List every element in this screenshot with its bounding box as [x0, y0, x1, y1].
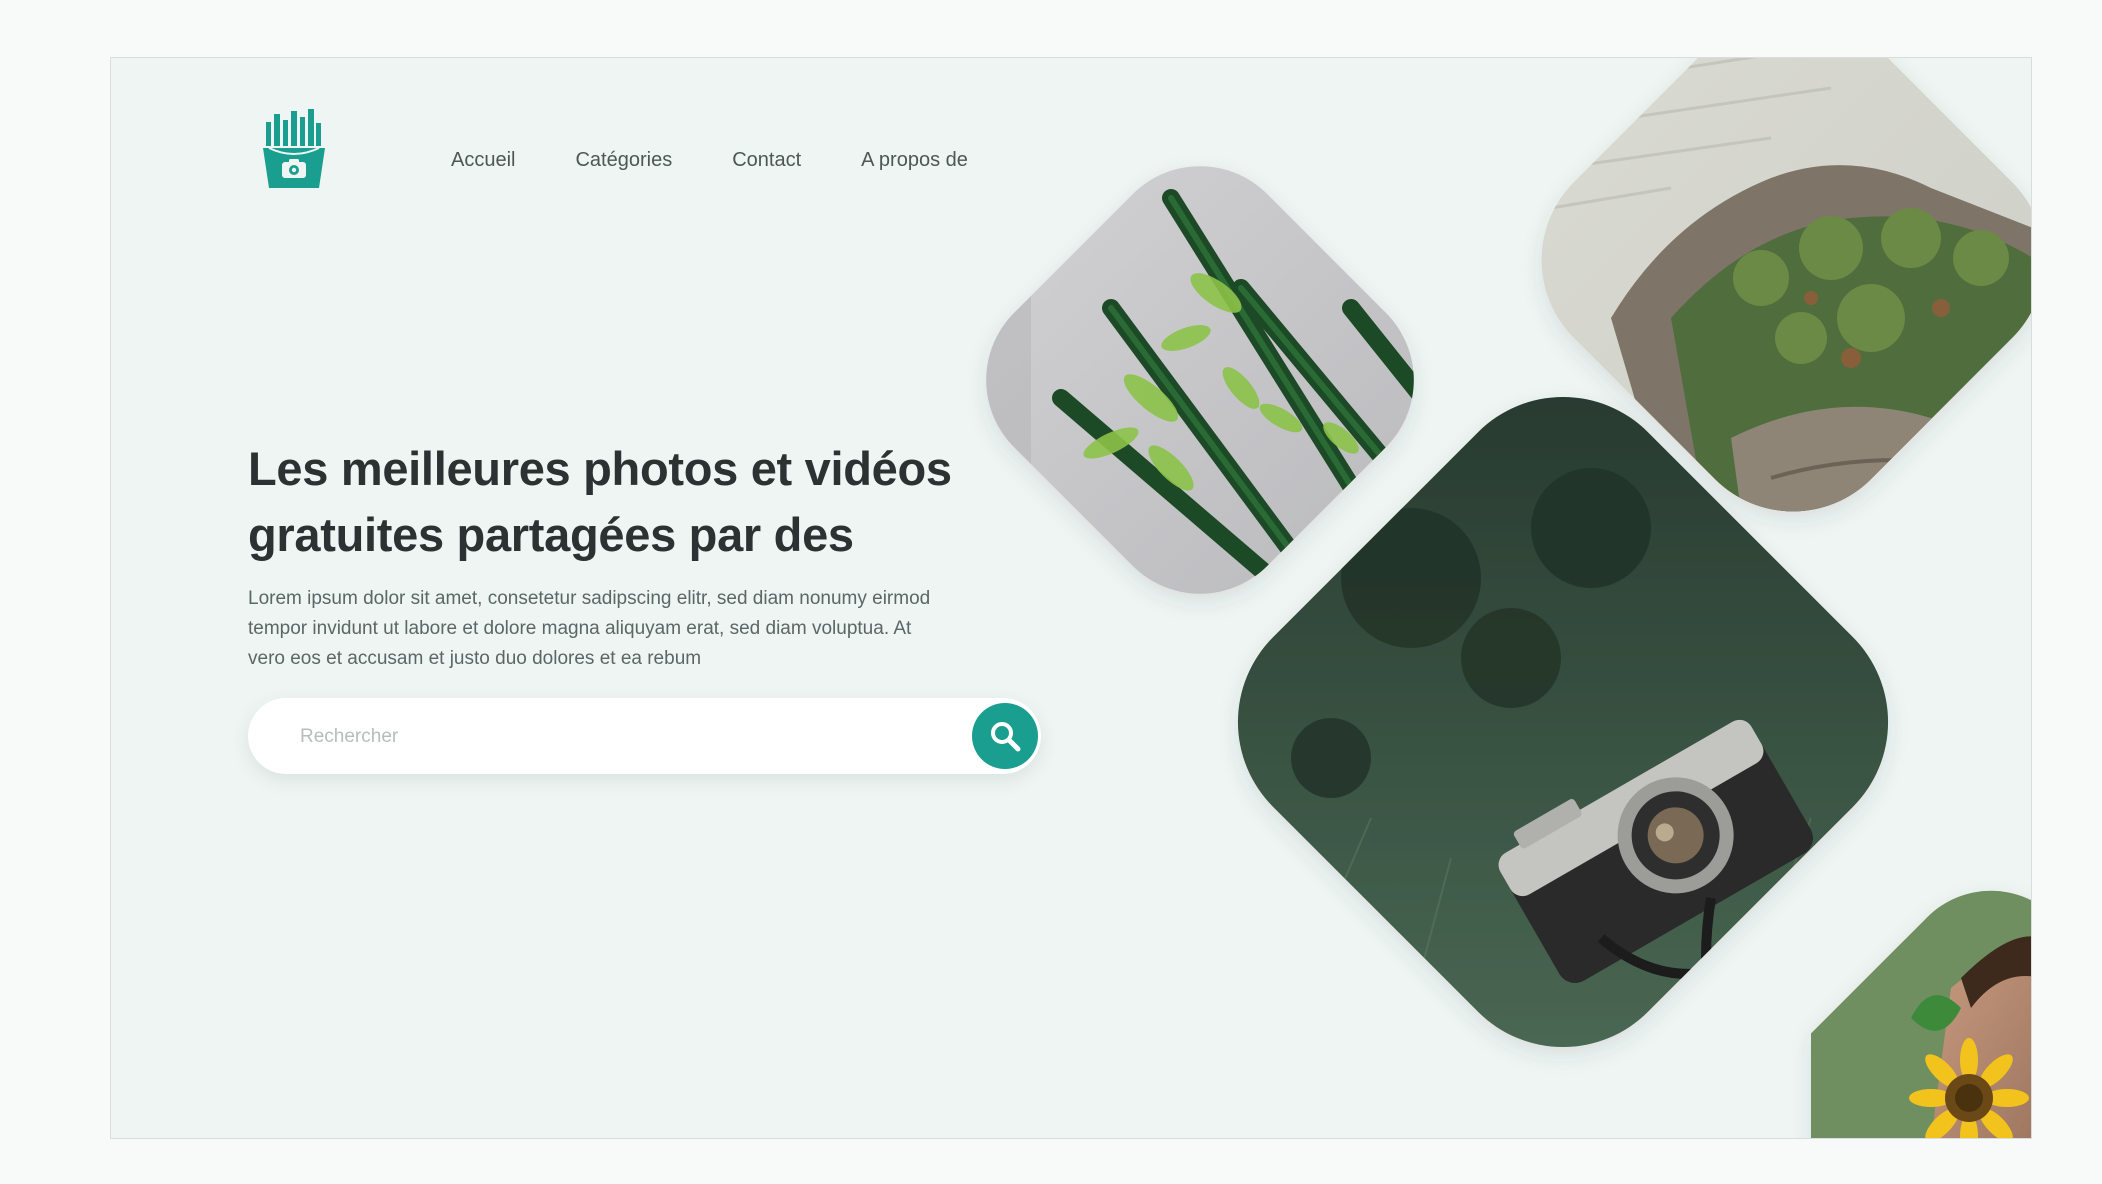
photo-gallery: [946, 58, 2032, 1139]
sunflower-photo[interactable]: [1811, 878, 2032, 1139]
page-frame: Accueil Catégories Contact A propos de L…: [110, 57, 2032, 1139]
